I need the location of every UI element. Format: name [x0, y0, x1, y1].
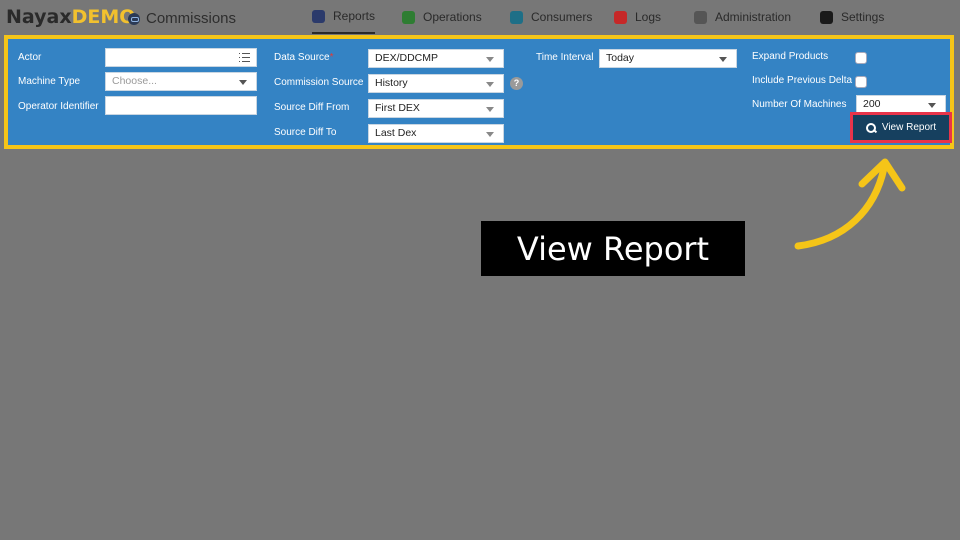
- number-of-machines-label: Number Of Machines: [752, 99, 847, 110]
- chevron-down-icon: [486, 57, 494, 62]
- pointer-arrow-icon: [794, 158, 906, 250]
- source-diff-to-value: Last Dex: [375, 127, 417, 139]
- chevron-down-icon: [486, 107, 494, 112]
- view-report-button[interactable]: View Report: [853, 115, 949, 140]
- source-diff-from-label: Source Diff From: [274, 102, 350, 113]
- machine-type-label: Machine Type: [18, 76, 81, 87]
- app-logo[interactable]: NayaxDEMO: [6, 6, 135, 28]
- top-bar: NayaxDEMO Commissions Reports Operations…: [0, 0, 960, 34]
- commission-source-value: History: [375, 77, 408, 89]
- tab-consumers[interactable]: Consumers: [510, 0, 592, 34]
- administration-icon: [694, 10, 707, 24]
- chevron-down-icon: [486, 132, 494, 137]
- view-report-highlight: View Report: [850, 112, 952, 143]
- operations-icon: [402, 10, 415, 24]
- time-interval-select[interactable]: Today: [599, 49, 737, 68]
- commission-source-select[interactable]: History: [368, 74, 504, 93]
- filter-panel: Actor Machine Type Choose... Operator Id…: [4, 35, 954, 149]
- callout-label: View Report: [481, 221, 745, 276]
- include-previous-delta-checkbox[interactable]: [855, 76, 867, 88]
- tab-label: Settings: [841, 10, 885, 24]
- chevron-down-icon: [239, 80, 247, 85]
- settings-icon: [820, 10, 833, 24]
- chevron-down-icon: [928, 103, 936, 108]
- source-diff-from-select[interactable]: First DEX: [368, 99, 504, 118]
- commissions-icon: [128, 12, 140, 25]
- number-of-machines-value: 200: [863, 98, 881, 110]
- data-source-value: DEX/DDCMP: [375, 52, 439, 64]
- source-diff-to-label: Source Diff To: [274, 127, 337, 138]
- reports-icon: [312, 9, 325, 23]
- tab-label: Operations: [423, 10, 482, 24]
- operator-identifier-input[interactable]: [105, 96, 257, 115]
- tab-label: Reports: [333, 9, 376, 23]
- expand-products-checkbox[interactable]: [855, 52, 867, 64]
- source-diff-to-select[interactable]: Last Dex: [368, 124, 504, 143]
- source-diff-from-value: First DEX: [375, 102, 420, 114]
- tab-operations[interactable]: Operations: [402, 0, 482, 34]
- module-title: Commissions: [128, 10, 236, 27]
- module-title-text: Commissions: [146, 10, 237, 27]
- data-source-select[interactable]: DEX/DDCMP: [368, 49, 504, 68]
- tab-administration[interactable]: Administration: [694, 0, 791, 34]
- tab-settings[interactable]: Settings: [820, 0, 884, 34]
- machine-type-placeholder: Choose...: [112, 75, 157, 87]
- tab-label: Administration: [715, 10, 792, 24]
- machine-type-select[interactable]: Choose...: [105, 72, 257, 91]
- time-interval-label: Time Interval: [536, 52, 594, 63]
- tab-logs[interactable]: Logs: [614, 0, 661, 34]
- data-source-label: Data Source*: [274, 52, 334, 63]
- actor-input[interactable]: [105, 48, 257, 67]
- commission-source-label: Commission Source: [274, 77, 364, 88]
- tab-reports[interactable]: Reports: [312, 0, 376, 34]
- chevron-down-icon: [486, 82, 494, 87]
- expand-products-label: Expand Products: [752, 51, 829, 62]
- consumers-icon: [510, 10, 523, 24]
- operator-identifier-label: Operator Identifier: [18, 101, 99, 112]
- brand-suffix: DEMO: [71, 6, 136, 28]
- time-interval-value: Today: [606, 52, 635, 64]
- help-icon[interactable]: ?: [510, 77, 523, 90]
- actor-label: Actor: [18, 52, 42, 63]
- brand-name: Nayax: [6, 6, 72, 28]
- include-previous-delta-label: Include Previous Delta: [752, 75, 853, 86]
- logs-icon: [614, 10, 627, 24]
- tab-label: Logs: [635, 10, 662, 24]
- tab-label: Consumers: [531, 10, 593, 24]
- list-icon[interactable]: [239, 53, 250, 62]
- chevron-down-icon: [719, 57, 727, 62]
- search-icon: [865, 122, 876, 133]
- view-report-label: View Report: [881, 122, 937, 133]
